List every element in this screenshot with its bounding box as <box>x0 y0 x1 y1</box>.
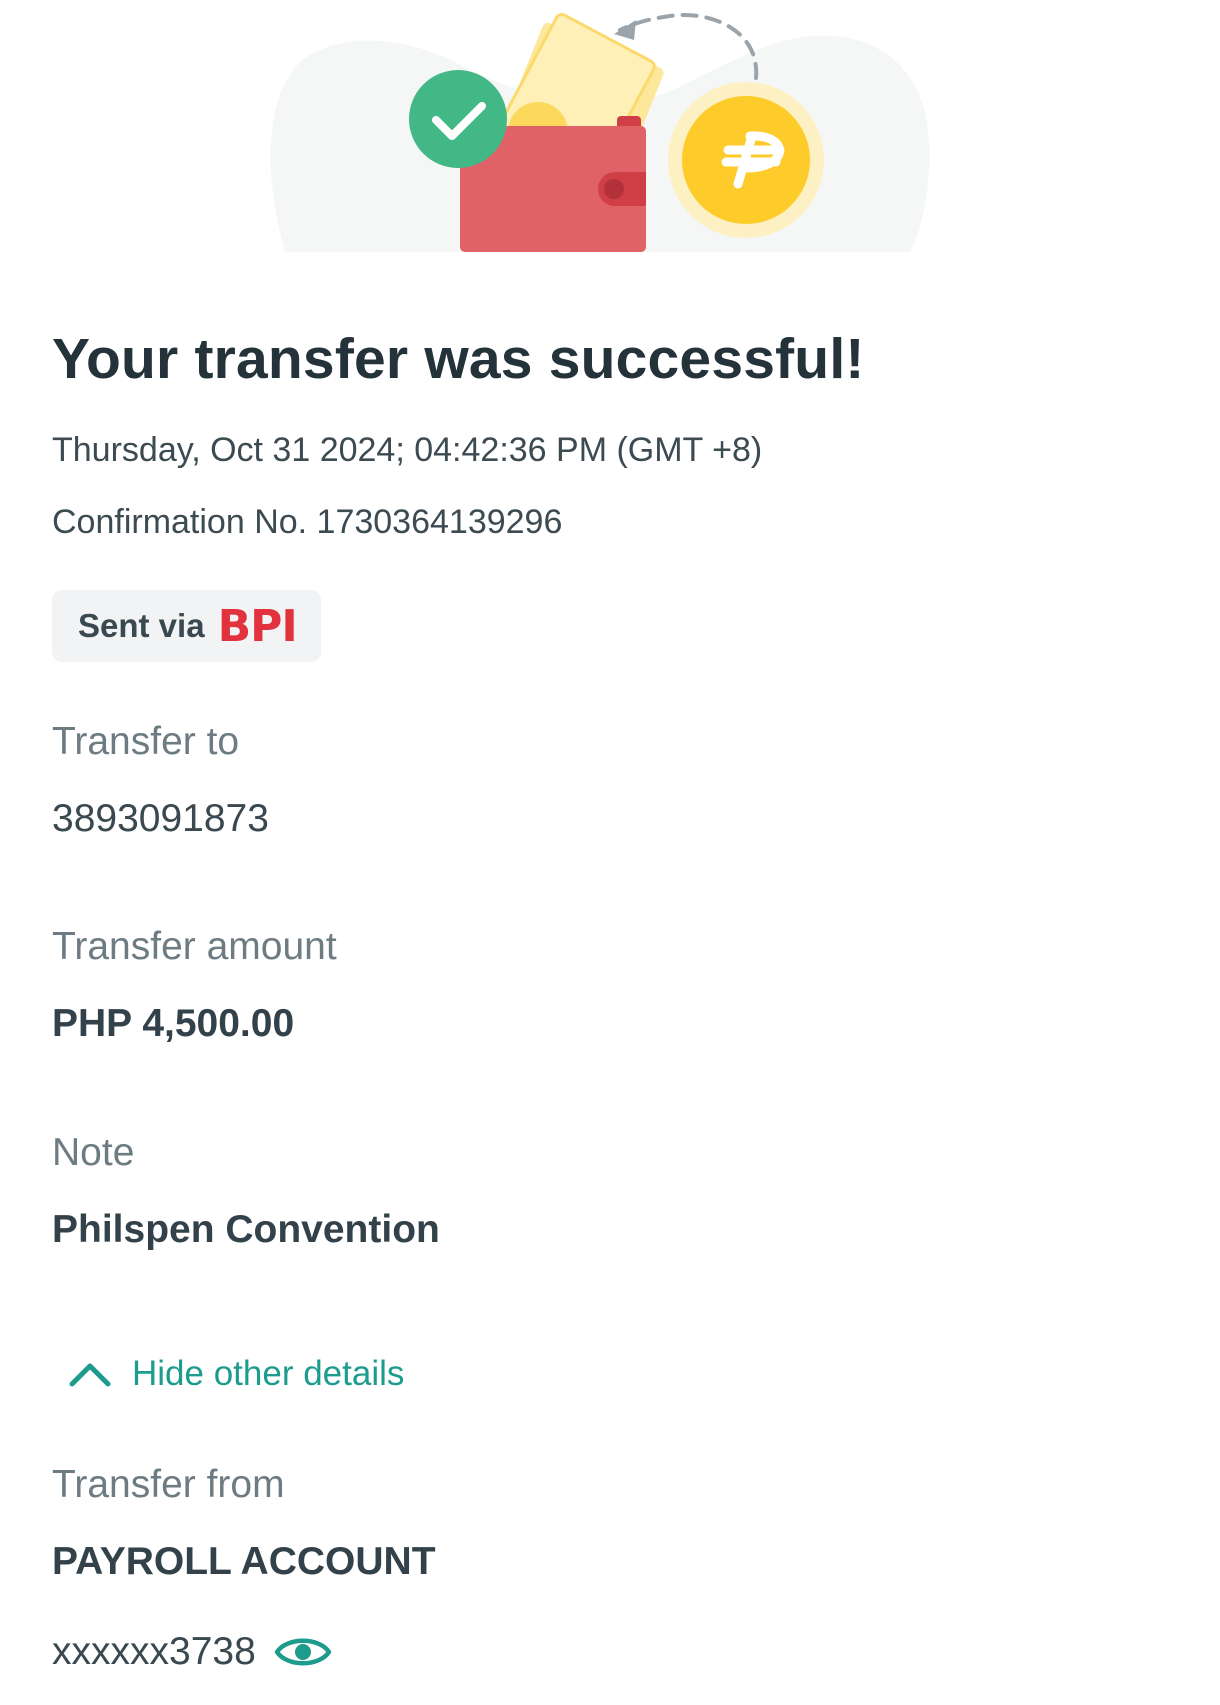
transfer-to-label: Transfer to <box>52 720 240 763</box>
success-illustration-svg <box>270 12 930 252</box>
success-check-icon <box>409 70 507 168</box>
transfer-amount-value: PHP 4,500.00 <box>52 1002 295 1045</box>
bank-logo: BPI <box>217 600 298 652</box>
transfer-from-account-number: xxxxxx3738 <box>52 1630 256 1673</box>
transfer-from-label: Transfer from <box>52 1463 285 1506</box>
transfer-amount-label: Transfer amount <box>52 925 337 968</box>
note-value: Philspen Convention <box>52 1208 440 1251</box>
transfer-from-account-number-row: xxxxxx3738 <box>52 1630 332 1674</box>
confirmation-number: Confirmation No. 1730364139296 <box>52 503 563 541</box>
chevron-up-icon <box>69 1363 111 1387</box>
peso-coin-icon <box>668 82 824 238</box>
sent-via-badge: Sent via BPI <box>52 590 321 662</box>
hide-details-toggle[interactable]: Hide other details <box>68 1354 404 1394</box>
eye-icon[interactable] <box>274 1631 332 1673</box>
success-illustration <box>0 0 1220 262</box>
transfer-datetime: Thursday, Oct 31 2024; 04:42:36 PM (GMT … <box>52 431 763 469</box>
page-title: Your transfer was successful! <box>52 327 865 391</box>
transfer-from-account-name: PAYROLL ACCOUNT <box>52 1540 436 1583</box>
sent-via-label: Sent via <box>78 607 205 644</box>
note-label: Note <box>52 1131 135 1174</box>
transfer-to-value: 3893091873 <box>52 797 269 840</box>
hide-details-label: Hide other details <box>132 1354 405 1393</box>
